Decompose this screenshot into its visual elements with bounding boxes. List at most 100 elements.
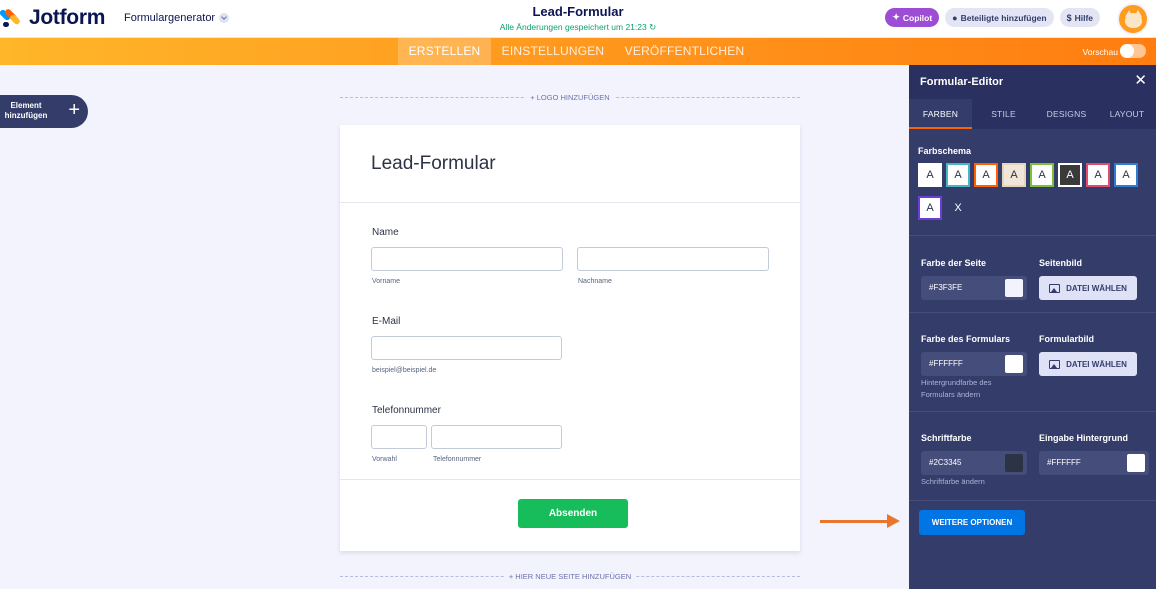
- form-image-choose-label: DATEI WÄHLEN: [1066, 359, 1127, 369]
- input-bg-value: #FFFFFF: [1047, 458, 1081, 467]
- more-options-button[interactable]: WEITERE OPTIONEN: [919, 510, 1025, 535]
- phone-input[interactable]: [431, 425, 562, 449]
- copilot-button[interactable]: ✦ Copilot: [885, 8, 940, 27]
- tab-erstellen[interactable]: ERSTELLEN: [398, 38, 491, 65]
- submit-button[interactable]: Absenden: [518, 499, 628, 528]
- help-button[interactable]: $ Hilfe: [1059, 8, 1100, 27]
- form-generator-menu[interactable]: Formulargenerator: [124, 12, 230, 24]
- preview-label: Vorschau: [1082, 47, 1118, 57]
- preview-toggle[interactable]: [1120, 44, 1146, 58]
- color-scheme-swatch[interactable]: A: [1002, 163, 1026, 187]
- form-editor-panel: Formular-Editor ✕ FARBEN STILE DESIGNS L…: [909, 65, 1156, 589]
- tab-stile[interactable]: STILE: [972, 99, 1035, 129]
- add-participants-label: Beteiligte hinzufügen: [960, 12, 1047, 23]
- tab-einstellungen[interactable]: EINSTELLUNGEN: [491, 38, 615, 65]
- color-scheme-swatch[interactable]: A: [918, 163, 942, 187]
- email-sublabel: beispiel@beispiel.de: [372, 367, 437, 374]
- color-scheme-swatch[interactable]: A: [918, 196, 942, 220]
- top-bar: Jotform Formulargenerator Lead-Formular …: [0, 0, 1156, 38]
- page-color-chip: [1005, 279, 1023, 297]
- form-color-value: #FFFFFF: [929, 359, 963, 368]
- cat-avatar-icon: [1125, 13, 1142, 28]
- image-icon: [1049, 359, 1061, 369]
- first-name-sublabel: Vorname: [372, 278, 401, 285]
- help-label: Hilfe: [1074, 12, 1093, 23]
- section-divider: [909, 312, 1156, 313]
- submit-divider: [340, 479, 800, 480]
- font-color-label: Schriftfarbe: [921, 433, 972, 443]
- form-color-label: Farbe des Formulars: [921, 334, 1011, 344]
- add-page-label: + HIER NEUE SEITE HINZUFÜGEN: [504, 572, 636, 581]
- page-color-label: Farbe der Seite: [921, 258, 987, 268]
- page-image-label: Seitenbild: [1039, 258, 1083, 268]
- color-scheme-swatch[interactable]: A: [1086, 163, 1110, 187]
- form-color-hint: Hintergrundfarbe des Formulars ändern: [921, 378, 992, 399]
- page-color-value: #F3F3FE: [929, 283, 963, 292]
- input-bg-label: Eingabe Hintergrund: [1039, 433, 1129, 443]
- form-image-label: Formularbild: [1039, 334, 1095, 344]
- area-code-sublabel: Vorwahl: [372, 456, 397, 463]
- image-icon: [1049, 283, 1061, 293]
- add-logo-label: + LOGO HINZUFÜGEN: [526, 93, 614, 102]
- color-scheme-label: Farbschema: [918, 146, 972, 156]
- page-image-choose-label: DATEI WÄHLEN: [1066, 283, 1127, 293]
- question-icon: $: [1066, 12, 1072, 23]
- email-input[interactable]: [371, 336, 562, 360]
- last-name-sublabel: Nachname: [578, 278, 612, 285]
- color-scheme-swatch[interactable]: A: [1058, 163, 1082, 187]
- panel-title: Formular-Editor: [920, 76, 1004, 88]
- tab-layout[interactable]: LAYOUT: [1098, 99, 1156, 129]
- page-image-choose-button[interactable]: DATEI WÄHLEN: [1039, 276, 1137, 300]
- section-divider: [909, 235, 1156, 236]
- form-image-choose-button[interactable]: DATEI WÄHLEN: [1039, 352, 1137, 376]
- form-color-field[interactable]: #FFFFFF: [921, 352, 1027, 376]
- first-name-input[interactable]: [371, 247, 563, 271]
- last-name-input[interactable]: [577, 247, 769, 271]
- section-divider: [909, 411, 1156, 412]
- avatar[interactable]: [1117, 3, 1149, 35]
- jotform-logo-icon: [0, 7, 22, 28]
- panel-tabs: FARBEN STILE DESIGNS LAYOUT: [909, 99, 1156, 129]
- tab-farben[interactable]: FARBEN: [909, 99, 972, 129]
- jotform-logo[interactable]: Jotform: [0, 6, 106, 30]
- color-scheme-swatch[interactable]: A: [1030, 163, 1054, 187]
- plus-icon: +: [68, 99, 80, 121]
- form-color-chip: [1005, 355, 1023, 373]
- phone-label: Telefonnummer: [372, 405, 441, 416]
- input-bg-chip: [1127, 454, 1145, 472]
- color-scheme-swatch[interactable]: A: [1114, 163, 1138, 187]
- font-color-chip: [1005, 454, 1023, 472]
- name-label: Name: [372, 227, 399, 238]
- add-element-label: Element hinzufügen: [4, 101, 48, 120]
- color-scheme-swatch[interactable]: A: [946, 163, 970, 187]
- add-participants-button[interactable]: ● Beteiligte hinzufügen: [945, 8, 1054, 27]
- arrow-annotation-icon: [820, 514, 900, 528]
- form-card: Lead-Formular Name Vorname Nachname E-Ma…: [340, 125, 800, 551]
- page-color-field[interactable]: #F3F3FE: [921, 276, 1027, 300]
- area-code-input[interactable]: [371, 425, 427, 449]
- add-element-button[interactable]: Element hinzufügen +: [0, 95, 88, 128]
- reset-scheme-button[interactable]: X: [946, 196, 970, 220]
- color-scheme-swatch[interactable]: A: [974, 163, 998, 187]
- save-status-text: Alle Änderungen gespeichert um 21:23: [499, 22, 647, 32]
- add-page-link[interactable]: + HIER NEUE SEITE HINZUFÜGEN: [340, 572, 800, 581]
- close-icon[interactable]: ✕: [1134, 73, 1147, 88]
- input-bg-field[interactable]: #FFFFFF: [1039, 451, 1149, 475]
- add-logo-link[interactable]: + LOGO HINZUFÜGEN: [340, 93, 800, 102]
- panel-header: Formular-Editor ✕: [909, 65, 1156, 99]
- copilot-label: Copilot: [902, 12, 933, 23]
- brand-name: Jotform: [29, 6, 106, 29]
- font-color-field[interactable]: #2C3345: [921, 451, 1027, 475]
- phone-sublabel: Telefonnummer: [433, 456, 482, 463]
- form-generator-label: Formulargenerator: [124, 12, 216, 24]
- header-actions: ✦ Copilot ● Beteiligte hinzufügen $ Hilfe: [885, 8, 1100, 27]
- refresh-icon: ↻: [649, 22, 657, 32]
- tab-designs[interactable]: DESIGNS: [1035, 99, 1098, 129]
- form-heading[interactable]: Lead-Formular: [371, 153, 496, 175]
- heading-divider: [340, 202, 800, 203]
- tab-veroeffentlichen[interactable]: VERÖFFENTLICHEN: [615, 38, 754, 65]
- chevron-down-icon: [219, 13, 230, 23]
- sparkle-icon: ✦: [892, 12, 900, 22]
- email-label: E-Mail: [372, 316, 401, 327]
- section-divider: [909, 500, 1156, 501]
